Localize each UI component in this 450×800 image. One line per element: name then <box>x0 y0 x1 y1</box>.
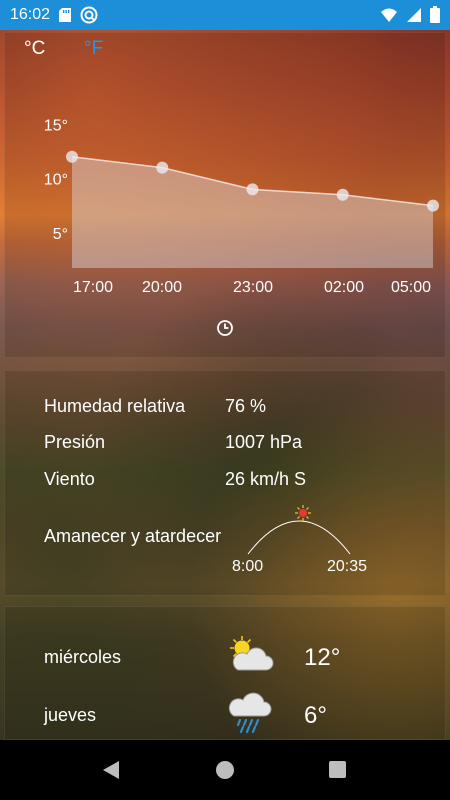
y-tick-label: 10° <box>44 172 68 189</box>
x-tick-label: 20:00 <box>142 279 182 296</box>
pressure-label: Presión <box>44 432 106 452</box>
navigation-bar <box>0 740 450 800</box>
temperature-point <box>427 199 439 212</box>
forecast-temp: 6° <box>304 702 327 729</box>
forecast-day: jueves <box>44 705 97 725</box>
temperature-point <box>246 183 259 196</box>
clock-icon[interactable] <box>216 319 234 337</box>
sunset-time: 20:35 <box>327 558 368 575</box>
x-tick-label: 23:00 <box>233 279 273 296</box>
home-icon[interactable] <box>215 760 235 780</box>
rain-cloud-icon <box>228 692 272 734</box>
temperature-point <box>156 161 169 174</box>
sun-arc <box>247 505 351 555</box>
humidity-value: 76 % <box>225 396 267 416</box>
temperature-point <box>66 150 78 163</box>
y-tick-label: 15° <box>44 117 68 134</box>
recents-icon[interactable] <box>328 760 347 779</box>
temperature-point <box>336 188 349 201</box>
y-tick-label: 5° <box>53 226 68 243</box>
temperature-area <box>72 156 433 268</box>
x-tick-label: 05:00 <box>391 279 431 296</box>
humidity-label: Humedad relativa <box>44 396 186 416</box>
sun-icon <box>295 505 311 521</box>
x-tick-label: 17:00 <box>73 279 113 296</box>
forecast-temp: 12° <box>304 644 341 671</box>
temperature-chart: 15° 10° 5° 17:00 20:00 23:00 02:00 05:00 <box>44 117 439 296</box>
sun-label: Amanecer y atardecer <box>44 526 222 546</box>
sun-cloud-icon <box>230 636 274 671</box>
wind-label: Viento <box>44 469 95 489</box>
x-tick-label: 02:00 <box>324 279 364 296</box>
back-icon[interactable] <box>101 759 121 781</box>
pressure-value: 1007 hPa <box>225 432 303 452</box>
sunrise-time: 8:00 <box>232 558 264 575</box>
wind-value: 26 km/h S <box>225 469 307 489</box>
forecast-day: miércoles <box>44 647 122 667</box>
